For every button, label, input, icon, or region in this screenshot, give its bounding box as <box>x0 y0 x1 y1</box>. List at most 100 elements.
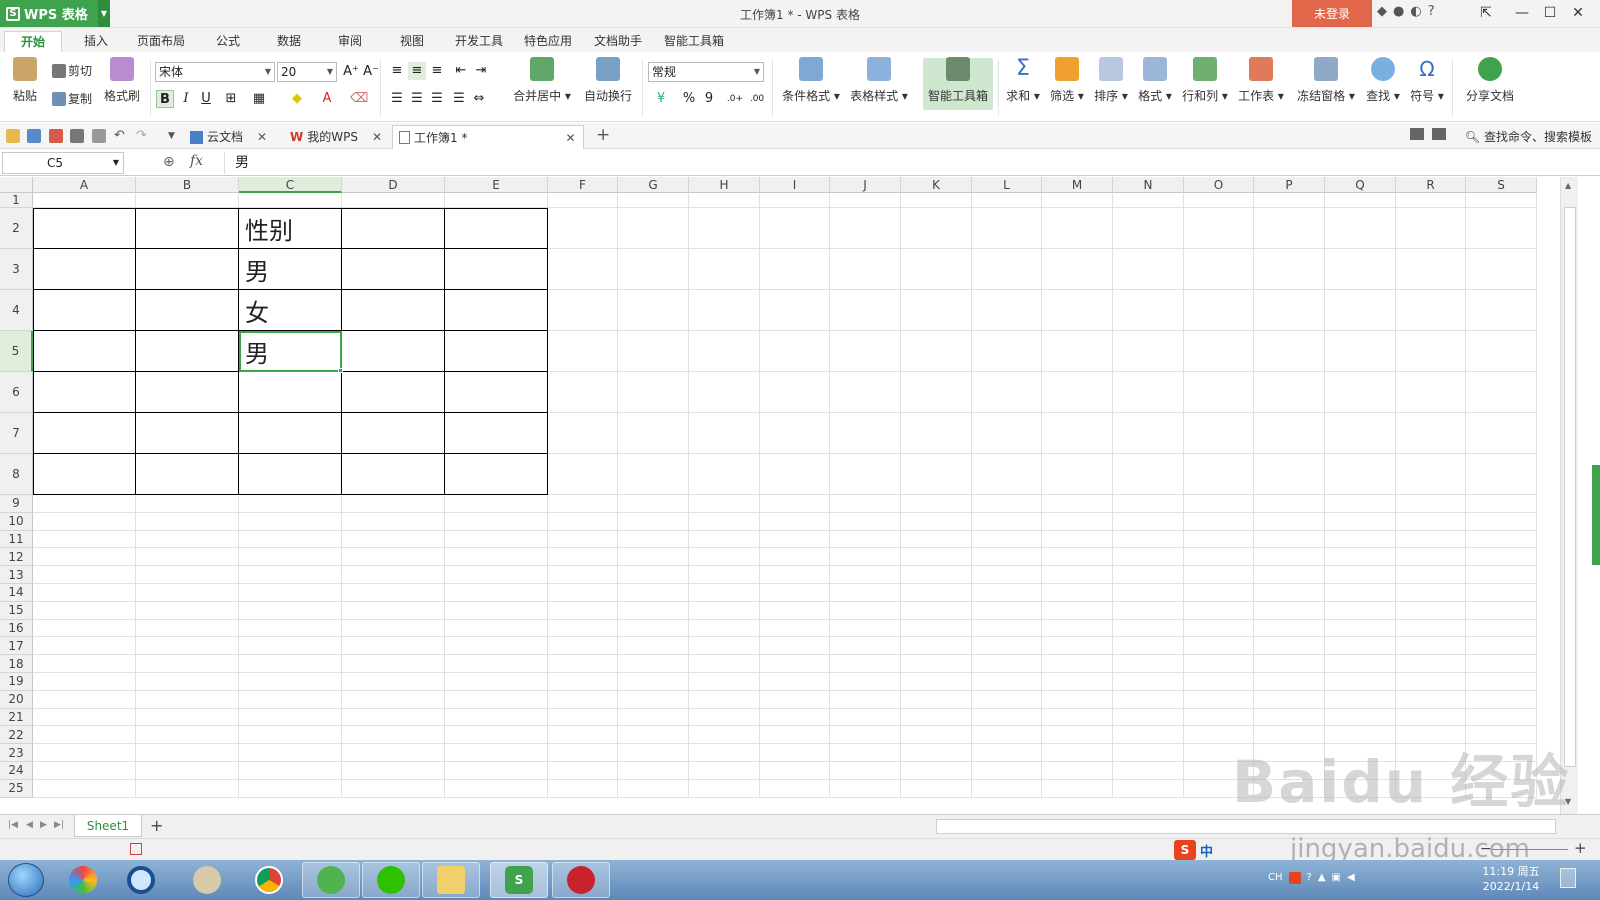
cell-a18[interactable] <box>33 655 136 673</box>
filter-button[interactable]: 筛选 ▾ <box>1048 57 1086 104</box>
cell-f21[interactable] <box>548 708 618 727</box>
cell-m2[interactable] <box>1042 208 1113 249</box>
cell-c23[interactable] <box>239 744 342 762</box>
cell-e23[interactable] <box>445 744 548 762</box>
cell-f14[interactable] <box>548 584 618 602</box>
cell-b11[interactable] <box>136 530 239 549</box>
cell-c15[interactable] <box>239 601 342 620</box>
fill-color-icon[interactable]: ◆ <box>288 90 306 108</box>
cell-i11[interactable] <box>760 530 830 549</box>
settings-icon[interactable]: ● <box>1393 4 1404 19</box>
row-header-25[interactable]: 25 <box>0 779 33 798</box>
cell-j17[interactable] <box>830 637 901 656</box>
bold-button[interactable]: B <box>156 90 174 108</box>
cell-b17[interactable] <box>136 637 239 656</box>
cell-h17[interactable] <box>689 637 760 656</box>
start-button[interactable] <box>8 863 44 897</box>
cell-c16[interactable] <box>239 619 342 638</box>
conditional-format-button[interactable]: 条件格式 ▾ <box>780 57 842 104</box>
cell-o10[interactable] <box>1184 512 1254 531</box>
row-header-21[interactable]: 21 <box>0 708 33 727</box>
cell-f9[interactable] <box>548 495 618 513</box>
undo-icon[interactable]: ↶ <box>114 129 128 143</box>
cell-g13[interactable] <box>618 566 689 584</box>
taskbar-chrome[interactable] <box>240 862 298 898</box>
cell-q8[interactable] <box>1325 454 1396 495</box>
row-header-14[interactable]: 14 <box>0 584 33 602</box>
decrease-decimal-icon[interactable]: .00 <box>748 90 766 108</box>
cell-o8[interactable] <box>1184 454 1254 495</box>
cell-h15[interactable] <box>689 601 760 620</box>
cell-p17[interactable] <box>1254 637 1325 656</box>
cell-g3[interactable] <box>618 249 689 290</box>
cell-q14[interactable] <box>1325 584 1396 602</box>
column-header-b[interactable]: B <box>136 177 239 193</box>
next-sheet-icon[interactable]: ▶ <box>40 820 47 830</box>
zoom-lookup-icon[interactable]: ⊕ <box>163 154 175 170</box>
cell-m14[interactable] <box>1042 584 1113 602</box>
cell-d13[interactable] <box>342 566 445 584</box>
format-button[interactable]: 格式 ▾ <box>1136 57 1174 104</box>
cell-p7[interactable] <box>1254 413 1325 454</box>
cell-i15[interactable] <box>760 601 830 620</box>
cell-q4[interactable] <box>1325 290 1396 331</box>
cell-f13[interactable] <box>548 566 618 584</box>
cell-j2[interactable] <box>830 208 901 249</box>
spreadsheet-grid[interactable]: A B C D E F G H I J K L M N O P Q R S 1 2 性别 3 男 4 女 5 男 6 7 8 9 10 11 12 1… <box>0 177 1560 814</box>
minimize-button[interactable]: — <box>1510 2 1534 24</box>
cell-g10[interactable] <box>618 512 689 531</box>
cell-p15[interactable] <box>1254 601 1325 620</box>
cell-i5[interactable] <box>760 331 830 372</box>
cell-b2[interactable] <box>136 208 239 249</box>
cell-k1[interactable] <box>901 193 972 208</box>
cell-p5[interactable] <box>1254 331 1325 372</box>
cell-g23[interactable] <box>618 744 689 762</box>
align-right-icon[interactable]: ☰ <box>428 90 446 108</box>
cell-q15[interactable] <box>1325 601 1396 620</box>
cell-a23[interactable] <box>33 744 136 762</box>
cell-f17[interactable] <box>548 637 618 656</box>
cell-f3[interactable] <box>548 249 618 290</box>
scroll-up-icon[interactable]: ▲ <box>1565 181 1571 190</box>
cell-c9[interactable] <box>239 495 342 513</box>
cell-n23[interactable] <box>1113 744 1184 762</box>
cell-e4[interactable] <box>445 290 548 331</box>
column-header-l[interactable]: L <box>972 177 1042 193</box>
cell-n24[interactable] <box>1113 762 1184 780</box>
number-format-select[interactable]: 常规 ▼ <box>648 62 764 82</box>
cell-g18[interactable] <box>618 655 689 673</box>
cell-h20[interactable] <box>689 690 760 709</box>
print-preview-icon[interactable] <box>92 129 106 143</box>
cell-e1[interactable] <box>445 193 548 208</box>
cell-s12[interactable] <box>1466 548 1537 567</box>
cell-p12[interactable] <box>1254 548 1325 567</box>
cell-o16[interactable] <box>1184 619 1254 638</box>
cell-b8[interactable] <box>136 454 239 495</box>
side-panel-handle[interactable] <box>1592 465 1600 565</box>
maximize-button[interactable]: ☐ <box>1538 2 1562 24</box>
cell-r6[interactable] <box>1396 372 1466 413</box>
cell-k8[interactable] <box>901 454 972 495</box>
cell-e15[interactable] <box>445 601 548 620</box>
cell-k12[interactable] <box>901 548 972 567</box>
cell-p13[interactable] <box>1254 566 1325 584</box>
row-header-11[interactable]: 11 <box>0 530 33 549</box>
cell-h2[interactable] <box>689 208 760 249</box>
cell-q20[interactable] <box>1325 690 1396 709</box>
cell-a19[interactable] <box>33 673 136 691</box>
cell-q17[interactable] <box>1325 637 1396 656</box>
cell-c12[interactable] <box>239 548 342 567</box>
cell-g8[interactable] <box>618 454 689 495</box>
currency-icon[interactable]: ¥ <box>652 90 670 108</box>
cell-f12[interactable] <box>548 548 618 567</box>
add-sheet-button[interactable]: + <box>150 816 163 835</box>
row-header-3[interactable]: 3 <box>0 249 33 290</box>
cell-i6[interactable] <box>760 372 830 413</box>
tab-home[interactable]: 开始 <box>4 31 62 52</box>
cell-d25[interactable] <box>342 779 445 798</box>
cell-e12[interactable] <box>445 548 548 567</box>
tab-insert[interactable]: 插入 <box>80 31 112 52</box>
cell-j9[interactable] <box>830 495 901 513</box>
cell-d4[interactable] <box>342 290 445 331</box>
cell-m24[interactable] <box>1042 762 1113 780</box>
